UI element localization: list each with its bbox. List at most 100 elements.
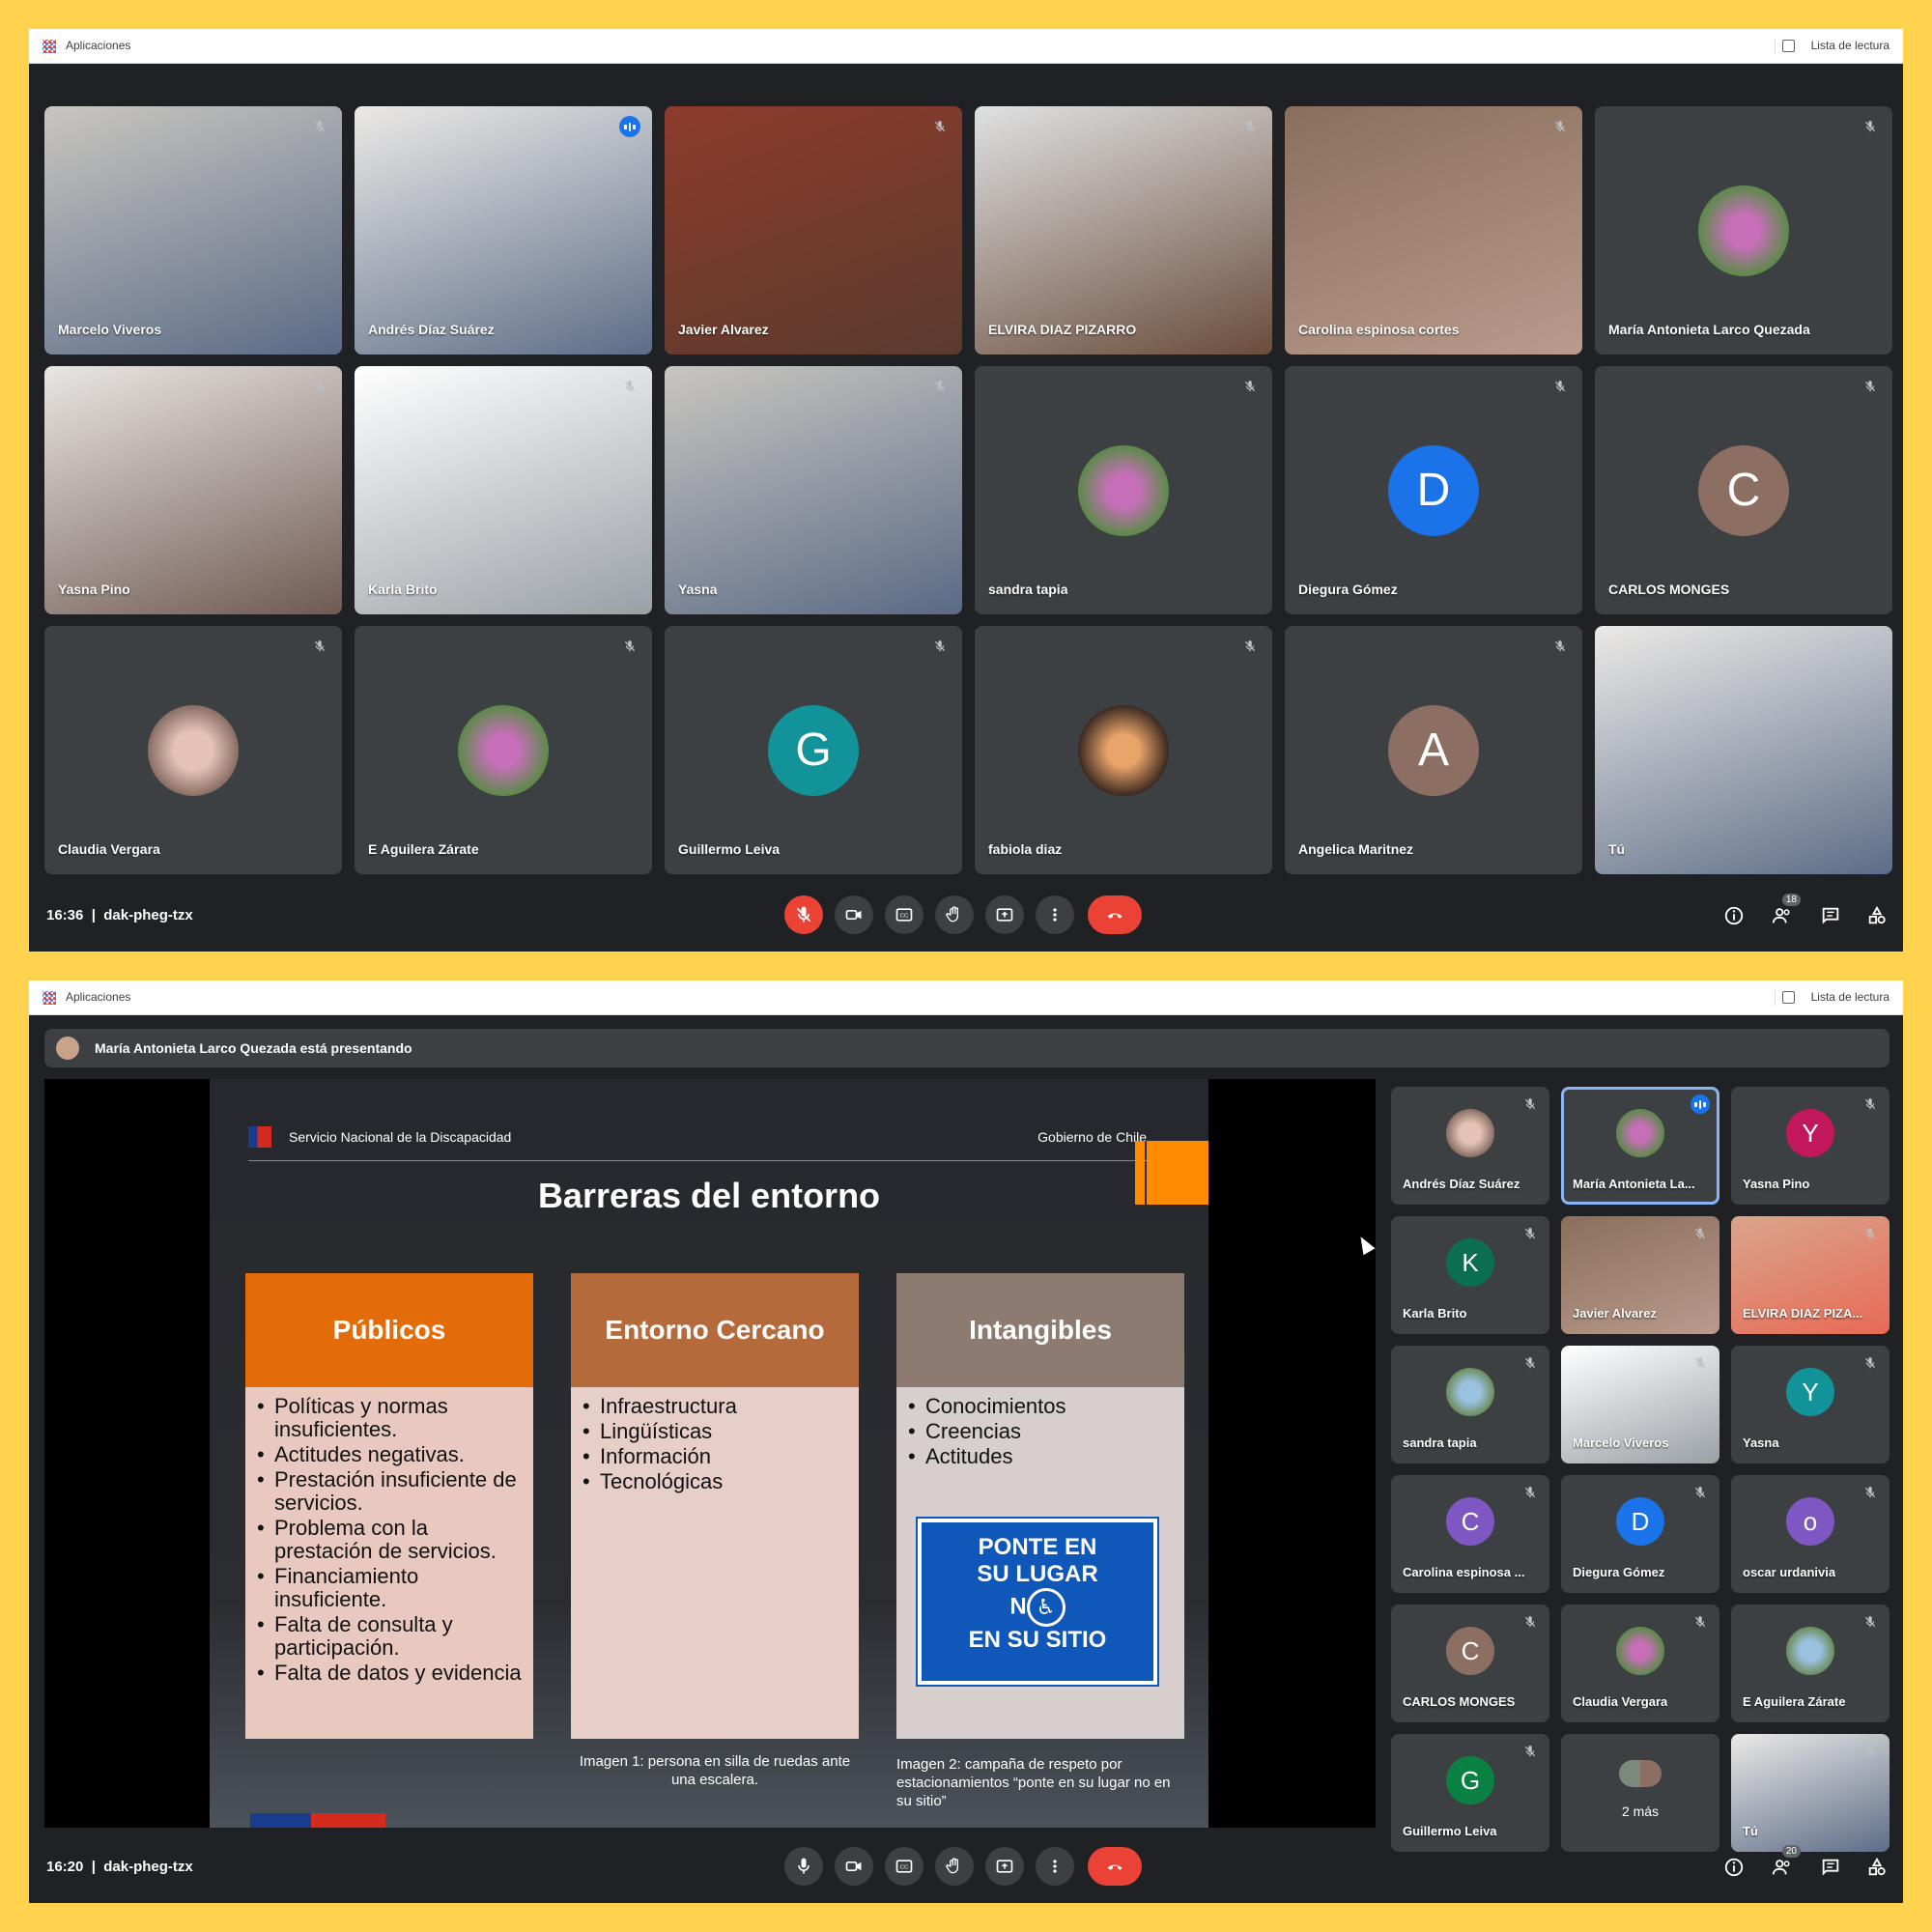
participant-tile[interactable]: C CARLOS MONGES bbox=[1391, 1605, 1549, 1722]
reading-list-label[interactable]: Lista de lectura bbox=[1811, 990, 1889, 1004]
sign-line-2: SU LUGAR bbox=[977, 1561, 1098, 1587]
column-entorno-heading: Entorno Cercano bbox=[571, 1273, 859, 1387]
sign-line-1: PONTE EN bbox=[978, 1534, 1097, 1560]
meeting-info-icon[interactable] bbox=[1721, 903, 1747, 928]
browser-bookmarks-bar: Aplicaciones Lista de lectura bbox=[29, 29, 1903, 64]
reading-list-icon[interactable] bbox=[1782, 40, 1795, 52]
participant-tile[interactable]: Javier Alvarez bbox=[665, 106, 962, 355]
meeting-controls-bar: 16:36 | dak-pheg-tzx CC 18 bbox=[29, 874, 1903, 952]
camera-button[interactable] bbox=[835, 895, 873, 934]
apps-grid-icon[interactable] bbox=[43, 40, 56, 53]
participant-name: Angelica Maritnez bbox=[1298, 841, 1414, 857]
slide-bullet-item: Actitudes negativas. bbox=[255, 1443, 524, 1467]
participant-tile[interactable]: C Carolina espinosa ... bbox=[1391, 1475, 1549, 1593]
reading-list-label[interactable]: Lista de lectura bbox=[1811, 39, 1889, 52]
participant-tile[interactable]: Carolina espinosa cortes bbox=[1285, 106, 1582, 355]
participant-name: Carolina espinosa ... bbox=[1403, 1565, 1525, 1579]
mic-muted-icon bbox=[1861, 1224, 1880, 1243]
participant-tile[interactable]: sandra tapia bbox=[1391, 1346, 1549, 1463]
participant-tile[interactable]: D Diegura Gómez bbox=[1561, 1475, 1719, 1593]
people-icon[interactable]: 20 bbox=[1770, 1845, 1801, 1880]
column-intangibles-body: ConocimientosCreenciasActitudes PONTE EN… bbox=[896, 1387, 1184, 1739]
participant-name: E Aguilera Zárate bbox=[368, 841, 479, 857]
participant-tile[interactable]: o oscar urdanivia bbox=[1731, 1475, 1889, 1593]
participant-tile[interactable]: Javier Alvarez bbox=[1561, 1216, 1719, 1334]
activities-icon[interactable] bbox=[1864, 1855, 1889, 1880]
participant-tile[interactable]: María Antonieta Larco Quezada bbox=[1595, 106, 1892, 355]
mic-muted-icon bbox=[1239, 376, 1261, 397]
apps-grid-icon[interactable] bbox=[43, 991, 56, 1005]
reading-list-icon[interactable] bbox=[1782, 991, 1795, 1004]
slide-title: Barreras del entorno bbox=[537, 1176, 881, 1215]
hang-up-button[interactable] bbox=[1088, 895, 1142, 934]
participant-tile[interactable]: Karla Brito bbox=[355, 366, 652, 614]
meeting-code: dak-pheg-tzx bbox=[103, 1859, 193, 1875]
participant-name: Andrés Díaz Suárez bbox=[368, 322, 495, 337]
svg-text:CC: CC bbox=[900, 1865, 908, 1871]
participant-tile[interactable]: E Aguilera Zárate bbox=[355, 626, 652, 874]
present-screen-button[interactable] bbox=[985, 1847, 1024, 1886]
participant-video bbox=[665, 106, 962, 355]
chat-icon[interactable] bbox=[1818, 903, 1843, 928]
participant-tile[interactable]: Yasna Pino bbox=[44, 366, 342, 614]
mic-off-button[interactable] bbox=[784, 895, 823, 934]
participant-tile[interactable]: Tú bbox=[1595, 626, 1892, 874]
captions-button[interactable]: CC bbox=[885, 895, 923, 934]
meeting-info-icon[interactable] bbox=[1721, 1855, 1747, 1880]
participant-tile[interactable]: sandra tapia bbox=[975, 366, 1272, 614]
participant-tile[interactable]: Andrés Díaz Suárez bbox=[355, 106, 652, 355]
participant-tile[interactable]: A Angelica Maritnez bbox=[1285, 626, 1582, 874]
apps-label[interactable]: Aplicaciones bbox=[66, 990, 130, 1004]
participant-tile[interactable]: Y Yasna bbox=[1731, 1346, 1889, 1463]
raise-hand-button[interactable] bbox=[935, 1847, 974, 1886]
participant-tile[interactable]: Andrés Díaz Suárez bbox=[1391, 1087, 1549, 1205]
participant-name: Marcelo Viveros bbox=[58, 322, 162, 337]
caption-image-2: Imagen 2: campaña de respeto por estacio… bbox=[896, 1756, 1171, 1809]
people-icon[interactable]: 18 bbox=[1770, 894, 1801, 928]
participant-avatar-photo bbox=[1078, 704, 1169, 796]
meeting-controls-bar: 16:20 | dak-pheg-tzx CC 20 bbox=[29, 1826, 1903, 1903]
mic-button[interactable] bbox=[784, 1847, 823, 1886]
column-entorno-body: InfraestructuraLingüísticasInformaciónTe… bbox=[571, 1387, 859, 1739]
participant-count-badge: 20 bbox=[1781, 1845, 1801, 1858]
participant-tile[interactable]: Claudia Vergara bbox=[1561, 1605, 1719, 1722]
participant-tile[interactable]: C CARLOS MONGES bbox=[1595, 366, 1892, 614]
captions-button[interactable]: CC bbox=[885, 1847, 923, 1886]
participant-tile[interactable]: Y Yasna Pino bbox=[1731, 1087, 1889, 1205]
more-options-button[interactable] bbox=[1036, 1847, 1074, 1886]
apps-label[interactable]: Aplicaciones bbox=[66, 39, 130, 52]
activities-icon[interactable] bbox=[1864, 903, 1889, 928]
participant-avatar-photo bbox=[1446, 1368, 1494, 1416]
column-publicos-heading: Públicos bbox=[245, 1273, 533, 1387]
participant-tile[interactable]: G Guillermo Leiva bbox=[665, 626, 962, 874]
mic-muted-icon bbox=[1861, 1094, 1880, 1114]
more-options-button[interactable] bbox=[1036, 895, 1074, 934]
participant-tile[interactable]: fabiola diaz bbox=[975, 626, 1272, 874]
mic-muted-icon bbox=[1239, 116, 1261, 137]
participant-name: Claudia Vergara bbox=[58, 841, 160, 857]
participant-tile[interactable]: María Antonieta La... bbox=[1561, 1087, 1719, 1205]
participant-avatar: G bbox=[1446, 1756, 1494, 1804]
participant-tile[interactable]: Marcelo Viveros bbox=[44, 106, 342, 355]
participant-tile[interactable]: K Karla Brito bbox=[1391, 1216, 1549, 1334]
participant-name: oscar urdanivia bbox=[1743, 1565, 1836, 1579]
participant-tile[interactable]: D Diegura Gómez bbox=[1285, 366, 1582, 614]
participant-avatar: D bbox=[1616, 1497, 1664, 1546]
participant-tile[interactable]: ELVIRA DIAZ PIZARRO bbox=[975, 106, 1272, 355]
present-screen-button[interactable] bbox=[985, 895, 1024, 934]
raise-hand-button[interactable] bbox=[935, 895, 974, 934]
hang-up-button[interactable] bbox=[1088, 1847, 1142, 1886]
camera-button[interactable] bbox=[835, 1847, 873, 1886]
participant-tile[interactable]: E Aguilera Zárate bbox=[1731, 1605, 1889, 1722]
participant-tile[interactable]: Marcelo Viveros bbox=[1561, 1346, 1719, 1463]
mic-muted-icon bbox=[309, 116, 330, 137]
participant-tile[interactable]: ELVIRA DIAZ PIZA... bbox=[1731, 1216, 1889, 1334]
participant-avatar: C bbox=[1446, 1497, 1494, 1546]
participant-tile[interactable]: Yasna bbox=[665, 366, 962, 614]
participant-name: Javier Alvarez bbox=[678, 322, 769, 337]
participant-avatar: D bbox=[1388, 444, 1479, 536]
chat-icon[interactable] bbox=[1818, 1855, 1843, 1880]
bookmark-divider bbox=[1775, 990, 1776, 1006]
speaking-indicator-icon bbox=[1690, 1094, 1710, 1114]
participant-tile[interactable]: Claudia Vergara bbox=[44, 626, 342, 874]
